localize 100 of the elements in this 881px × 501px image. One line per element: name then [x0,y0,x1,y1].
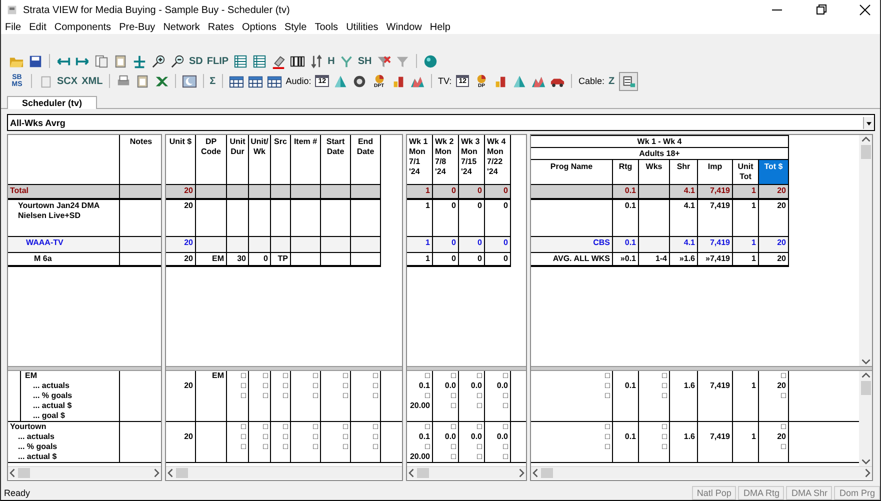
table-cell: 0 [459,253,485,267]
table-cell: 1-4 [639,253,670,267]
table-cell: »1.6 [670,253,698,267]
horizontal-scrollbar[interactable] [8,466,161,479]
grid-icon[interactable] [232,54,248,68]
table-cell: »0.1 [613,253,639,267]
toolbar-label: TV: [438,76,452,86]
table-cell: 0 [459,237,485,253]
scrollbar-thumb[interactable] [541,468,553,478]
menu-item[interactable]: Options [242,22,276,32]
view-dropdown[interactable]: All-Wks Avrg [7,114,875,131]
menu-item[interactable]: Components [54,22,112,32]
sheet-tool-icon[interactable] [618,72,638,90]
horizontal-scrollbar[interactable] [531,466,872,479]
table-cell [196,185,227,200]
table-cell: 0.1 [407,381,433,391]
toolbar-button[interactable]: Σ [210,76,216,86]
scrollbar-thumb[interactable] [18,468,30,478]
table-cell [120,185,161,200]
horizontal-scrollbar[interactable] [166,466,402,479]
table-cell: □ [433,401,459,411]
toolbar-button[interactable]: SCX [57,76,78,86]
table-cell: □ [433,422,459,432]
eraser-icon[interactable] [270,54,286,68]
table-cell: 1 [407,237,433,253]
toolbar-button[interactable]: Z [608,76,615,86]
zoom-out-icon[interactable] [170,54,185,68]
table-cell: □ [759,391,789,401]
scrollbar-thumb[interactable] [860,381,870,395]
window-title: Strata VIEW for Media Buying - Sample Buy - Scheduler (tv) [23,4,290,16]
table-cell: □ [321,422,351,432]
table-cell [321,237,351,253]
app-icon [7,5,17,15]
table-cell: 0.1 [407,432,433,442]
menu-item[interactable]: Network [163,22,200,32]
toolbar-button[interactable]: SD [189,56,203,66]
copy-icon[interactable] [94,54,109,68]
table-cell: □ [639,442,670,452]
table-cell: □ [227,391,249,401]
table-cell: 0 [433,253,459,267]
table-icon[interactable] [266,74,282,88]
table-cell [639,237,670,253]
table-cell: □ [291,442,321,452]
split-icon[interactable] [132,54,147,68]
scrollbar-thumb[interactable] [417,468,429,478]
table-cell: □ [531,442,613,452]
table-cell: 7,419 [698,237,733,253]
columns-icon[interactable] [290,54,305,68]
table-cell: 1 [407,253,433,267]
clipboard-icon[interactable] [134,74,150,88]
table-cell: □ [271,422,291,432]
table-cell: □ [407,371,433,381]
sort-icon[interactable] [308,54,324,68]
menu-item[interactable]: Help [430,22,450,32]
printer-icon[interactable] [116,74,131,88]
menu-item[interactable]: Rates [208,22,234,32]
moon-icon[interactable] [182,74,197,88]
menu-item[interactable]: Pre-Buy [119,22,156,32]
clipboard-icon[interactable] [113,54,128,68]
toolbar-button[interactable]: FLIP [206,56,229,66]
horizontal-scrollbar[interactable] [407,466,526,479]
menu-item[interactable]: Tools [314,22,338,32]
scrollbar-thumb[interactable] [176,468,188,478]
menu-item[interactable]: Edit [29,22,46,32]
toolbar-button[interactable]: XML [82,76,103,86]
table-cell: □ [321,371,351,381]
table-cell: □ [249,422,271,432]
row-label: ... actuals [20,381,120,391]
toolbar-button[interactable]: SH [358,56,372,66]
table-icon[interactable] [228,74,244,88]
help-icon[interactable] [422,54,438,68]
table-cell: □ [531,381,613,391]
menu-item[interactable]: Style [284,22,307,32]
row-label: M 6a [8,253,120,267]
column-header[interactable]: Tot $ [759,160,789,185]
table-cell: □ [459,442,485,452]
clear-filter-icon[interactable] [376,54,391,68]
zoom-in-icon[interactable] [151,54,166,68]
table-icon[interactable] [248,74,263,88]
table-cell: □ [351,381,381,391]
vertical-scrollbar[interactable] [859,135,872,366]
pyramid-icon[interactable] [512,74,528,88]
menu-item[interactable]: Utilities [346,22,378,32]
period-header: Wk 1 - Wk 4 [531,135,789,148]
tab[interactable]: Scheduler (tv) [7,96,98,109]
table-cell: □ [459,371,485,381]
menu-item[interactable]: File [5,22,22,32]
table-cell: TP [271,253,291,267]
grid-icon[interactable] [252,54,267,68]
clock-icon[interactable] [352,74,368,88]
table-cell: □ [639,432,670,442]
row-label: WAAA-TV [8,237,120,253]
table-cell [351,185,381,200]
table-cell: 0.0 [485,432,511,442]
vertical-scrollbar[interactable] [859,371,872,466]
menu-item[interactable]: Window [386,22,422,32]
scrollbar-thumb[interactable] [860,145,870,159]
toolbar-button[interactable]: H [328,56,335,66]
table-cell: □ [321,381,351,391]
table-cell [249,185,271,200]
